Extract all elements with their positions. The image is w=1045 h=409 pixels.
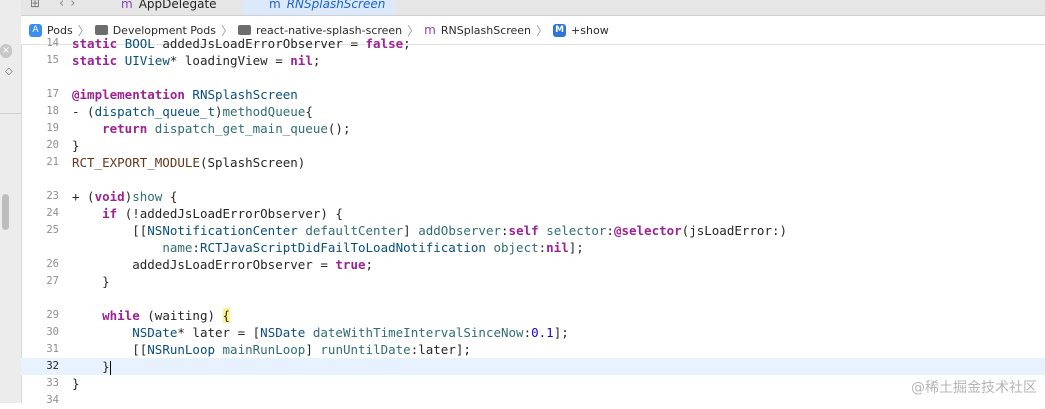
navigator-strip: × ◇ — [0, 0, 22, 403]
line-number: 33 — [46, 377, 59, 389]
line-number: 15 — [46, 54, 59, 66]
line-number: 29 — [46, 309, 59, 321]
folder-icon — [94, 25, 108, 35]
tab-label: RNSplashScreen — [286, 0, 386, 11]
code-line: 25 [[NSNotificationCenter defaultCenter]… — [21, 222, 1045, 239]
code-text: } — [72, 138, 80, 153]
code-text: @implementation RNSplashScreen — [72, 87, 298, 102]
code-text: [[NSRunLoop mainRunLoop] runUntilDate:la… — [72, 342, 471, 357]
watermark: @稀土掘金技术社区 — [911, 380, 1037, 396]
code-line: 24 if (!addedJsLoadErrorObserver) { — [21, 205, 1045, 222]
code-line: 18 - (dispatch_queue_t)methodQueue{ — [21, 103, 1045, 120]
code-text: while (waiting) { — [102, 308, 231, 323]
code-line: name:RCTJavaScriptDidFailToLoadNotificat… — [21, 239, 1045, 256]
clear-icon[interactable]: × — [0, 44, 12, 58]
code-line: 26 addedJsLoadErrorObserver = true; — [21, 256, 1045, 273]
navigation-arrows[interactable]: ‹› — [59, 0, 81, 11]
m-file-icon: m — [269, 0, 281, 11]
code-line: 23 + (void)show { — [21, 188, 1045, 205]
code-text: } — [72, 376, 80, 391]
line-number: 14 — [46, 37, 59, 49]
code-text: NSDate* later = [NSDate dateWithTimeInte… — [132, 325, 569, 340]
code-text: } — [72, 359, 111, 375]
code-line: 14 static BOOL addedJsLoadErrorObserver =… — [21, 35, 1045, 52]
code-text: if (!addedJsLoadErrorObserver) { — [102, 206, 343, 221]
line-number: 23 — [46, 190, 59, 202]
tab-app-delegate[interactable]: m AppDelegate — [121, 0, 217, 15]
code-line: 27 } — [21, 273, 1045, 290]
code-text: [[NSNotificationCenter defaultCenter] ad… — [72, 223, 788, 238]
code-line: 20} — [21, 137, 1045, 154]
code-text: + (void)show { — [72, 189, 178, 204]
code-line: 17 @implementation RNSplashScreen — [21, 86, 1045, 103]
line-number: 32 — [46, 360, 59, 372]
line-number: 25 — [46, 224, 59, 236]
code-text: name:RCTJavaScriptDidFailToLoadNotificat… — [162, 240, 584, 255]
code-text: } — [72, 274, 110, 289]
line-number: 24 — [46, 207, 59, 219]
folder-icon — [237, 25, 251, 35]
line-number: 20 — [46, 139, 59, 151]
code-text: RCT_EXPORT_MODULE(SplashScreen) — [72, 155, 306, 170]
line-number: 18 — [46, 105, 59, 117]
tab-label: AppDelegate — [138, 0, 217, 11]
scrollbar-thumb[interactable] — [2, 194, 9, 230]
line-number: 21 — [46, 156, 59, 168]
code-text: static BOOL addedJsLoadErrorObserver = f… — [72, 36, 411, 51]
stepper-icon[interactable]: ◇ — [5, 66, 13, 77]
code-line: 34 — [21, 392, 1045, 409]
line-number: 17 — [46, 88, 59, 100]
code-text: addedJsLoadErrorObserver = true; — [72, 257, 374, 272]
line-number: 26 — [46, 258, 59, 270]
code-line: 19 return dispatch_get_main_queue(); — [21, 120, 1045, 137]
code-line-current[interactable]: 32 } — [21, 358, 1045, 375]
editor-tab-bar: ⊞ ‹› m AppDelegate m RNSplashScreen — [21, 0, 1045, 16]
line-number: 34 — [46, 394, 59, 406]
code-line: 21 RCT_EXPORT_MODULE(SplashScreen) — [21, 154, 1045, 171]
text-cursor — [109, 360, 111, 375]
m-file-icon: m — [121, 0, 133, 11]
divider — [0, 113, 21, 114]
grid-icon[interactable]: ⊞ — [30, 0, 40, 10]
code-text: return dispatch_get_main_queue(); — [102, 121, 351, 136]
line-number: 27 — [46, 275, 59, 287]
code-line: 15 static UIView* loadingView = nil; — [21, 52, 1045, 69]
code-line: 30 NSDate* later = [NSDate dateWithTimeI… — [21, 324, 1045, 341]
code-line: 33} — [21, 375, 1045, 392]
source-editor[interactable]: 14 static BOOL addedJsLoadErrorObserver =… — [21, 36, 1045, 406]
line-number: 30 — [46, 326, 59, 338]
tab-rn-splash-screen[interactable]: m RNSplashScreen — [243, 0, 395, 15]
code-line: 29 while (waiting) { — [21, 307, 1045, 324]
code-line: 31 [[NSRunLoop mainRunLoop] runUntilDate… — [21, 341, 1045, 358]
line-number: 31 — [46, 343, 59, 355]
code-text: static UIView* loadingView = nil; — [72, 53, 321, 68]
line-number: 19 — [46, 122, 59, 134]
code-text: - (dispatch_queue_t)methodQueue{ — [72, 104, 313, 119]
